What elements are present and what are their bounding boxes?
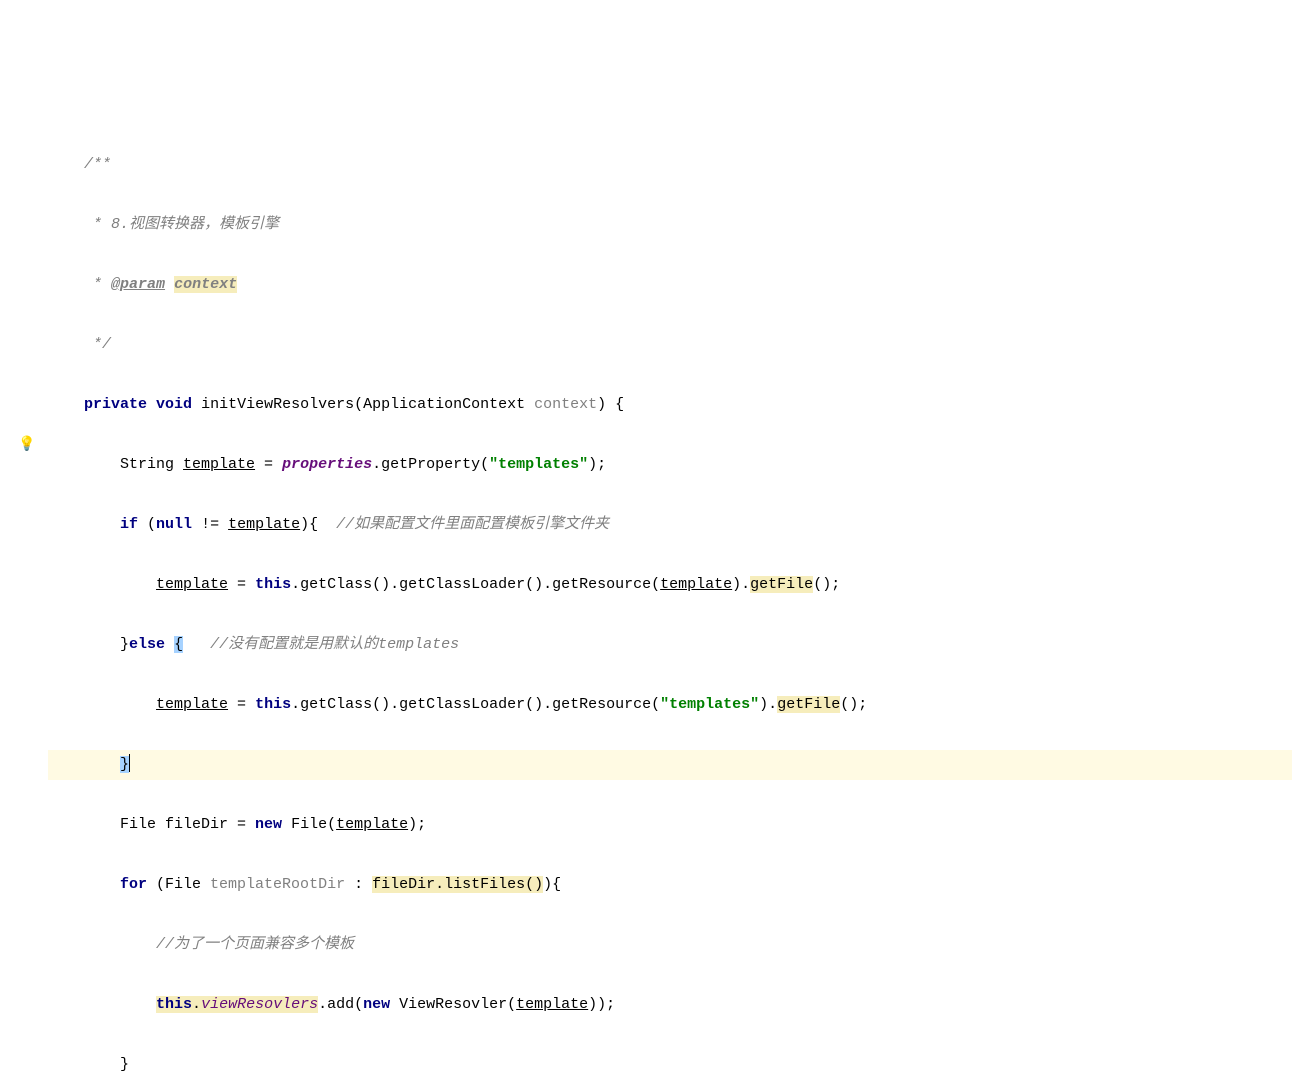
var-template: template <box>660 576 732 593</box>
code-line[interactable]: this.viewResovlers.add(new ViewResovler(… <box>48 990 1292 1020</box>
kw-new: new <box>255 816 282 833</box>
kw-for: for <box>120 876 147 893</box>
doc-text: 8.视图转换器，模板引擎 <box>111 216 279 233</box>
call-chain: .getClass().getClassLoader().getResource… <box>291 576 660 593</box>
dot: . <box>192 996 201 1013</box>
code-line[interactable]: template = this.getClass().getClassLoade… <box>48 690 1292 720</box>
kw-else: else <box>129 636 165 653</box>
code-line[interactable]: * @param context <box>48 270 1292 300</box>
doc-star: * <box>84 276 111 293</box>
ctor: File( <box>282 816 336 833</box>
op: != <box>192 516 228 533</box>
dot: ). <box>759 696 777 713</box>
doc-param: context <box>174 276 237 293</box>
end: ); <box>408 816 426 833</box>
kw-this: this <box>255 696 291 713</box>
paren: (ApplicationContext <box>354 396 534 413</box>
kw-null: null <box>156 516 192 533</box>
kw-this: this <box>255 576 291 593</box>
param: context <box>534 396 597 413</box>
kw-new: new <box>363 996 390 1013</box>
var-template: template <box>516 996 588 1013</box>
code-line-current[interactable]: } <box>48 750 1292 780</box>
brace: ){ <box>300 516 336 533</box>
kw-if: if <box>120 516 138 533</box>
code-line[interactable]: File fileDir = new File(template); <box>48 810 1292 840</box>
comment: //为了一个页面兼容多个模板 <box>156 936 354 953</box>
op: = <box>228 576 255 593</box>
code-line[interactable]: /** <box>48 150 1292 180</box>
brace: } <box>120 636 129 653</box>
gutter: 💡 <box>0 120 48 1086</box>
var-template: template <box>183 456 255 473</box>
sp: ( <box>138 516 156 533</box>
call-getfile: getFile <box>777 696 840 713</box>
kw-private: private <box>84 396 147 413</box>
brace-match: } <box>120 756 129 773</box>
bulb-icon[interactable]: 💡 <box>18 430 35 460</box>
field-viewresovlers: viewResovlers <box>201 996 318 1013</box>
code-line[interactable]: if (null != template){ //如果配置文件里面配置模板引擎文… <box>48 510 1292 540</box>
string: "templates" <box>660 696 759 713</box>
sp: (File <box>147 876 210 893</box>
brace: } <box>120 1056 129 1073</box>
var-template: template <box>228 516 300 533</box>
sp <box>183 636 210 653</box>
call-listfiles: fileDir.listFiles() <box>372 876 543 893</box>
doc-open: /** <box>84 156 111 173</box>
end: )); <box>588 996 615 1013</box>
code-line[interactable]: for (File templateRootDir : fileDir.list… <box>48 870 1292 900</box>
decl: File fileDir = <box>120 816 255 833</box>
end: ); <box>588 456 606 473</box>
code-line[interactable]: private void initViewResolvers(Applicati… <box>48 390 1292 420</box>
end: (); <box>813 576 840 593</box>
op: = <box>228 696 255 713</box>
sp <box>165 276 174 293</box>
type: String <box>120 456 183 473</box>
code-line[interactable]: template = this.getClass().getClassLoade… <box>48 570 1292 600</box>
end: (); <box>840 696 867 713</box>
code-line[interactable]: */ <box>48 330 1292 360</box>
code-line[interactable]: }else { //没有配置就是用默认的templates <box>48 630 1292 660</box>
brace-match: { <box>174 636 183 653</box>
kw-this: this <box>156 996 192 1013</box>
loop-var: templateRootDir <box>210 876 345 893</box>
sp <box>165 636 174 653</box>
code-area[interactable]: /** * 8.视图转换器，模板引擎 * @param context */ p… <box>48 120 1292 1086</box>
var-template: template <box>156 696 228 713</box>
call-getfile: getFile <box>750 576 813 593</box>
code-line[interactable]: } <box>48 1050 1292 1080</box>
brace: ){ <box>543 876 561 893</box>
call-add: .add( <box>318 996 363 1013</box>
call-chain: .getClass().getClassLoader().getResource… <box>291 696 660 713</box>
string: "templates" <box>489 456 588 473</box>
code-editor[interactable]: 💡 /** * 8.视图转换器，模板引擎 * @param context */… <box>0 120 1292 1086</box>
op: = <box>255 456 282 473</box>
code-line[interactable]: //为了一个页面兼容多个模板 <box>48 930 1292 960</box>
var-template: template <box>156 576 228 593</box>
doc-tag: @param <box>111 276 165 293</box>
comment: //没有配置就是用默认的templates <box>210 636 459 653</box>
doc-close: */ <box>84 336 111 353</box>
call: .getProperty( <box>372 456 489 473</box>
kw-void: void <box>156 396 192 413</box>
doc-star: * <box>84 216 111 233</box>
op: : <box>345 876 372 893</box>
dot: ). <box>732 576 750 593</box>
code-line[interactable]: String template = properties.getProperty… <box>48 450 1292 480</box>
method-name: initViewResolvers <box>201 396 354 413</box>
var-template: template <box>336 816 408 833</box>
comment: //如果配置文件里面配置模板引擎文件夹 <box>336 516 609 533</box>
code-line[interactable]: * 8.视图转换器，模板引擎 <box>48 210 1292 240</box>
ctor: ViewResovler( <box>390 996 516 1013</box>
field-properties: properties <box>282 456 372 473</box>
caret <box>129 754 130 772</box>
paren: ) { <box>597 396 624 413</box>
